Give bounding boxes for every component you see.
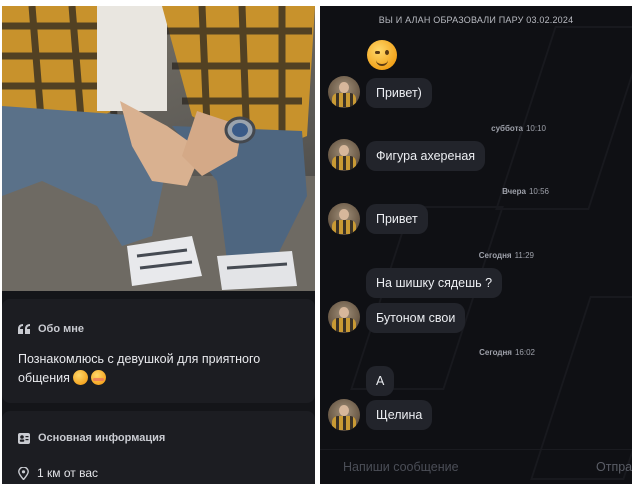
location-pin-icon	[18, 466, 29, 480]
distance-row: 1 км от вас	[18, 466, 98, 480]
about-heading: Обо мне	[18, 323, 84, 335]
message-input[interactable]: Напиши сообщение	[343, 460, 459, 474]
quote-icon	[18, 324, 30, 334]
about-card: Обо мне Познакомлюсь с девушкой для прия…	[2, 299, 315, 403]
match-date-header: ВЫ И АЛАН ОБРАЗОВАЛИ ПАРУ 03.02.2024	[378, 15, 574, 25]
message-composer: Напиши сообщение Отпра	[320, 449, 632, 484]
message-bubble[interactable]: Фигура ахереная	[366, 141, 486, 171]
avatar[interactable]	[328, 399, 360, 431]
about-heading-label: Обо мне	[38, 323, 85, 335]
profile-panel: Обо мне Познакомлюсь с девушкой для прия…	[2, 6, 315, 484]
winking-face-emoji-icon	[367, 40, 397, 70]
message-timestamp: Сегодня 11:29	[478, 251, 534, 260]
id-card-icon	[18, 432, 30, 444]
chat-panel: ВЫ И АЛАН ОБРАЗОВАЛИ ПАРУ 03.02.2024 При…	[320, 6, 632, 484]
message-bubble[interactable]: А	[366, 366, 395, 396]
message-timestamp: суббота 10:10	[491, 124, 546, 133]
message-bubble[interactable]: Щелина	[366, 400, 433, 430]
send-button[interactable]: Отпра	[596, 460, 632, 474]
background-pattern	[495, 26, 632, 210]
message-bubble[interactable]: Привет	[366, 204, 428, 234]
distance-label: 1 км от вас	[37, 466, 98, 480]
avatar[interactable]	[328, 139, 360, 171]
avatar[interactable]	[328, 301, 360, 333]
avatar[interactable]	[328, 76, 360, 108]
smiling-face-with-hearts-emoji-icon	[90, 370, 106, 385]
message-bubble[interactable]: На шишку сядешь ?	[366, 268, 503, 298]
main-info-card: Основная информация 1 км от вас	[2, 411, 315, 484]
relieved-face-emoji-icon	[72, 370, 88, 385]
message-bubble[interactable]: Бутоном свои	[366, 303, 466, 333]
message-bubble[interactable]: Привет)	[366, 78, 432, 108]
message-timestamp: Вчера 10:56	[502, 187, 549, 196]
main-info-heading-label: Основная информация	[38, 432, 166, 444]
profile-photo-illustration	[2, 6, 315, 291]
about-text: Познакомлюсь с девушкой для приятного об…	[18, 352, 261, 385]
message-timestamp: Сегодня 16:02	[479, 348, 535, 357]
main-info-heading: Основная информация	[18, 432, 165, 444]
avatar[interactable]	[328, 203, 360, 235]
profile-photo[interactable]	[2, 6, 315, 291]
